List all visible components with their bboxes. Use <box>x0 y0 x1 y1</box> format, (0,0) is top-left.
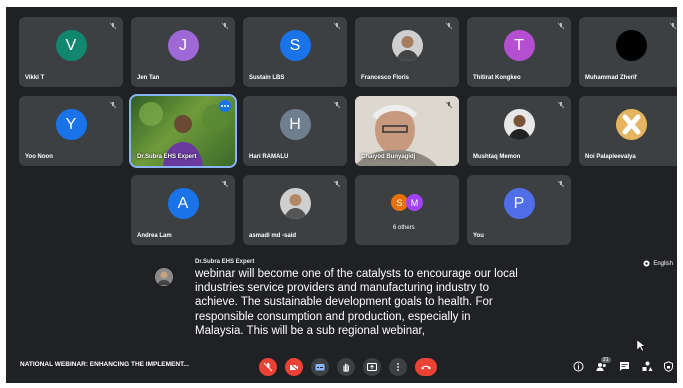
chat-icon <box>619 361 629 371</box>
participant-tile[interactable]: Francesco Floris <box>355 17 459 87</box>
mic-off-icon <box>263 362 273 372</box>
avatar: H <box>279 109 311 140</box>
participant-name: asmadi md -said <box>249 233 297 239</box>
participant-name: Jen Tan <box>137 75 160 81</box>
language-label: English <box>653 260 673 267</box>
captions-button[interactable] <box>311 358 329 376</box>
profile-photo <box>279 188 311 219</box>
participant-name: Andrea Lam <box>137 233 172 239</box>
avatar: M <box>406 194 423 211</box>
participant-video[interactable]: Chaiyod Bunyagidj <box>355 96 459 166</box>
avatar: J <box>167 30 199 61</box>
avatar: Y <box>55 109 87 140</box>
gear-icon <box>643 260 650 267</box>
mic-off-icon <box>669 22 677 30</box>
camera-toggle-button[interactable] <box>285 358 303 376</box>
mic-off-icon <box>557 101 565 109</box>
meeting-title: NATIONAL WEBINAR: ENHANCING THE IMPLEMEN… <box>20 361 189 368</box>
caption-line: achieve. The sustainable development goa… <box>195 296 493 309</box>
mic-off-icon <box>333 22 341 30</box>
mic-off-icon <box>557 180 565 188</box>
participant-tile[interactable]: J Jen Tan <box>131 17 235 87</box>
mic-off-icon <box>333 101 341 109</box>
others-tile[interactable]: S M 6 others <box>355 175 459 245</box>
caption-line: responsible consumption and production, … <box>195 310 471 323</box>
activities-icon <box>642 361 652 371</box>
participant-name: Sustain LBS <box>249 75 285 81</box>
logo-avatar <box>615 109 647 140</box>
caption-line: Malaysia. This will be a sub regional we… <box>195 324 425 337</box>
participant-name: Muhammad Zherif <box>585 75 637 81</box>
caption-panel: Dr.Subra EHS Expert webinar will become … <box>153 259 553 338</box>
participant-name: Mushtaq Memon <box>473 154 521 160</box>
activities-button[interactable] <box>641 360 653 372</box>
raise-hand-button[interactable] <box>337 358 355 376</box>
chat-button[interactable] <box>618 360 630 372</box>
self-tile[interactable]: P You <box>467 175 571 245</box>
avatar <box>615 30 647 61</box>
mic-off-icon <box>109 101 117 109</box>
more-vert-icon <box>397 363 399 371</box>
participant-name: Francesco Floris <box>361 75 410 81</box>
participant-tile[interactable]: H Hari RAMALU <box>243 96 347 166</box>
avatar: A <box>167 188 199 219</box>
host-controls-button[interactable] <box>662 360 674 372</box>
active-speaker-video[interactable]: Dr.Subra EHS Expert <box>129 94 237 168</box>
shield-lock-icon <box>663 360 673 372</box>
avatar: T <box>503 30 535 61</box>
leave-call-button[interactable] <box>415 358 437 376</box>
captions-icon <box>315 364 325 371</box>
present-screen-icon <box>367 363 377 371</box>
participant-tile[interactable]: Y Yoo Noon <box>19 96 123 166</box>
participant-tile[interactable]: Noi Palapleevalya <box>579 96 677 166</box>
others-count: 6 others <box>393 225 415 231</box>
mic-off-icon <box>445 22 453 30</box>
mic-off-icon <box>445 101 453 109</box>
info-icon <box>573 361 583 371</box>
avatar: S <box>279 30 311 61</box>
participant-tile[interactable]: Muhammad Zherif <box>579 17 677 87</box>
participant-tile[interactable]: asmadi md -said <box>243 175 347 245</box>
mic-off-icon <box>221 180 229 188</box>
profile-photo <box>503 109 535 140</box>
participant-name: You <box>473 233 484 239</box>
mic-off-icon <box>221 22 229 30</box>
participant-tile[interactable]: Mushtaq Memon <box>467 96 571 166</box>
bottom-toolbar: NATIONAL WEBINAR: ENHANCING THE IMPLEMEN… <box>6 349 677 383</box>
participant-name: Vikki T <box>25 75 45 81</box>
meet-screen: V Vikki T J Jen Tan S Sustain LBS France… <box>6 7 677 383</box>
participant-tile[interactable]: T Thitirat Kongkeo <box>467 17 571 87</box>
more-options-button[interactable] <box>389 358 407 376</box>
end-call-icon <box>421 365 431 370</box>
more-options-icon[interactable] <box>219 100 231 112</box>
participant-name: Dr.Subra EHS Expert <box>137 154 197 160</box>
participant-tile[interactable]: A Andrea Lam <box>131 175 235 245</box>
meeting-details-button[interactable] <box>572 360 584 372</box>
participant-name: Noi Palapleevalya <box>585 154 636 160</box>
camera-off-icon <box>289 362 299 372</box>
mic-off-icon <box>109 22 117 30</box>
caption-speaker: Dr.Subra EHS Expert <box>195 259 255 265</box>
participant-tile[interactable]: S Sustain LBS <box>243 17 347 87</box>
participant-name: Yoo Noon <box>25 154 53 160</box>
avatar: V <box>55 30 87 61</box>
participant-name: Chaiyod Bunyagidj <box>361 154 416 160</box>
mic-off-icon <box>333 180 341 188</box>
participant-name: Hari RAMALU <box>249 154 289 160</box>
participant-count-badge: 21 <box>601 357 611 363</box>
mic-toggle-button[interactable] <box>259 358 277 376</box>
caption-line: industries service providers and manufac… <box>195 282 490 295</box>
hand-icon <box>343 363 350 372</box>
present-button[interactable] <box>363 358 381 376</box>
caption-language-selector[interactable]: English <box>643 260 673 267</box>
profile-photo <box>391 30 423 61</box>
caption-line: webinar will become one of the catalysts… <box>195 268 518 280</box>
participant-tile[interactable]: V Vikki T <box>19 17 123 87</box>
caption-text: webinar will become one of the catalysts… <box>195 267 553 338</box>
mic-off-icon <box>557 22 565 30</box>
participant-name: Thitirat Kongkeo <box>473 75 521 81</box>
avatar: P <box>503 188 535 219</box>
